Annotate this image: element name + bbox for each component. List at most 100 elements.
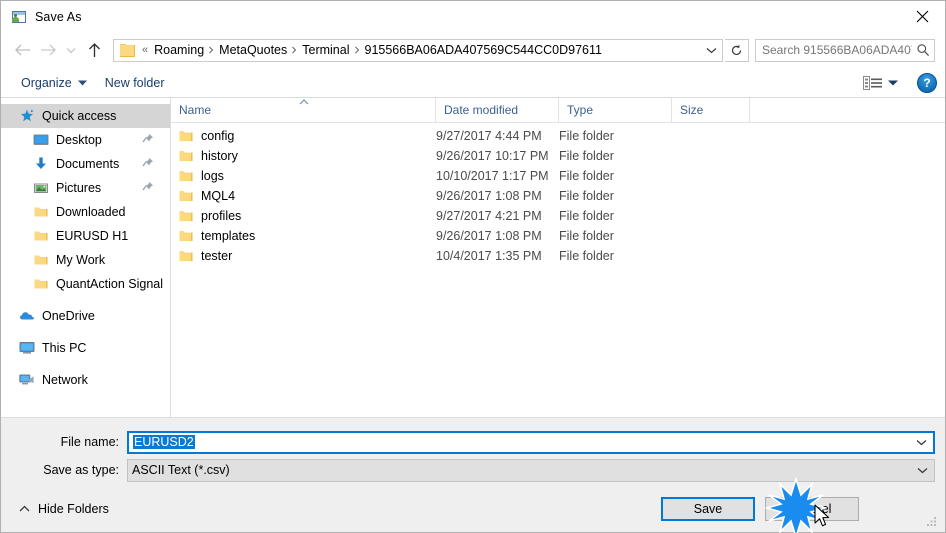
column-header-size[interactable]: Size	[672, 98, 750, 122]
breadcrumb-item-2[interactable]: Terminal	[299, 43, 352, 57]
folder-icon	[33, 228, 49, 244]
breadcrumb-item-1[interactable]: MetaQuotes	[216, 43, 290, 57]
sidebar-item-label: This PC	[42, 341, 87, 355]
navigation-bar: « Roaming MetaQuotes Terminal 915566BA06…	[1, 32, 945, 68]
arrow-up-icon	[88, 43, 100, 57]
window-title: Save As	[35, 9, 82, 24]
view-options-dropdown[interactable]	[885, 80, 901, 86]
caret-down-icon	[888, 80, 898, 85]
column-header-type[interactable]: Type	[559, 98, 672, 122]
sidebar-item-label: Network	[42, 373, 88, 387]
sidebar-item-this-pc[interactable]: This PC	[1, 336, 170, 360]
forward-button[interactable]	[35, 37, 61, 63]
chevron-right-icon	[292, 46, 297, 54]
column-header-name[interactable]: Name	[171, 98, 436, 122]
address-bar[interactable]: « Roaming MetaQuotes Terminal 915566BA06…	[113, 38, 723, 62]
column-header-label: Type	[567, 103, 594, 117]
table-row[interactable]: templates 9/26/2017 1:08 PM File folder	[171, 226, 945, 246]
sort-ascending-icon	[299, 99, 309, 105]
save-as-type-row: Save as type: ASCII Text (*.csv)	[1, 458, 945, 482]
pin-icon[interactable]	[142, 133, 154, 146]
file-date-cell: 9/26/2017 1:08 PM	[436, 189, 542, 203]
pin-icon[interactable]	[142, 157, 154, 170]
file-name-combobox[interactable]: EURUSD2	[127, 430, 935, 454]
sidebar-item-label: Documents	[56, 157, 120, 171]
sidebar-item-my-work[interactable]: My Work	[1, 248, 170, 272]
file-name-dropdown-button[interactable]	[909, 439, 933, 446]
sidebar-item-desktop[interactable]: Desktop	[1, 128, 170, 152]
file-name-cell: tester	[171, 249, 436, 263]
desktop-icon	[33, 132, 49, 148]
sidebar-item-label: OneDrive	[42, 309, 95, 323]
file-rows: config 9/27/2017 4:44 PM File folder his…	[171, 123, 945, 417]
folder-icon	[179, 230, 193, 242]
help-button[interactable]: ?	[917, 72, 937, 93]
table-row[interactable]: logs 10/10/2017 1:17 PM File folder	[171, 166, 945, 186]
recent-locations-button[interactable]	[61, 37, 81, 63]
sidebar-item-quantaction-signal[interactable]: QuantAction Signal	[1, 272, 170, 296]
file-date-cell: 9/26/2017 10:17 PM	[436, 149, 549, 163]
table-row[interactable]: config 9/27/2017 4:44 PM File folder	[171, 126, 945, 146]
sidebar-item-onedrive[interactable]: OneDrive	[1, 304, 170, 328]
address-dropdown-button[interactable]	[700, 47, 722, 54]
search-button[interactable]	[912, 43, 934, 57]
file-name: config	[201, 129, 235, 143]
sidebar-item-documents[interactable]: Documents	[1, 152, 170, 176]
file-name: history	[201, 149, 238, 163]
file-name: tester	[201, 249, 233, 263]
folder-icon	[33, 204, 49, 220]
sidebar-item-label: EURUSD H1	[56, 229, 129, 243]
save-as-type-combobox[interactable]: ASCII Text (*.csv)	[127, 458, 935, 482]
file-date-cell: 10/4/2017 1:35 PM	[436, 249, 542, 263]
file-date-cell: 10/10/2017 1:17 PM	[436, 169, 549, 183]
toolbar-right-group: ?	[863, 68, 937, 97]
resize-grip-icon[interactable]	[925, 514, 939, 528]
bottom-panel: File name: EURUSD2 Save as type: ASCII T…	[1, 417, 945, 532]
this-pc-icon	[19, 340, 35, 356]
pin-icon[interactable]	[142, 181, 154, 194]
help-icon: ?	[923, 75, 931, 90]
breadcrumb-item-0[interactable]: Roaming	[151, 43, 207, 57]
sidebar-item-pictures[interactable]: Pictures	[1, 176, 170, 200]
sidebar-item-quick-access[interactable]: Quick access	[1, 104, 170, 128]
breadcrumb-overflow[interactable]: «	[139, 44, 151, 56]
view-options-button[interactable]	[863, 75, 883, 91]
file-name-input[interactable]: EURUSD2	[129, 435, 909, 449]
table-row[interactable]: tester 10/4/2017 1:35 PM File folder	[171, 246, 945, 266]
sidebar-item-label: QuantAction Signal	[56, 277, 164, 291]
up-one-level-button[interactable]	[81, 37, 107, 63]
table-row[interactable]: history 9/26/2017 10:17 PM File folder	[171, 146, 945, 166]
close-icon	[916, 10, 928, 23]
search-box[interactable]: Search 915566BA06ADA40756...	[755, 38, 935, 62]
folder-icon	[179, 130, 193, 142]
close-button[interactable]	[899, 1, 945, 32]
new-folder-button[interactable]: New folder	[99, 72, 171, 94]
navigation-sidebar[interactable]: Quick access Desktop Documents Pictures …	[1, 98, 171, 417]
folder-icon	[179, 250, 193, 262]
save-as-type-dropdown-button[interactable]	[910, 467, 934, 474]
file-name-row: File name: EURUSD2	[1, 430, 945, 454]
search-input[interactable]: Search 915566BA06ADA40756...	[756, 43, 912, 57]
file-date-cell: 9/27/2017 4:21 PM	[436, 209, 542, 223]
back-button[interactable]	[9, 37, 35, 63]
file-type-cell: File folder	[559, 209, 614, 223]
sidebar-item-downloaded[interactable]: Downloaded	[1, 200, 170, 224]
breadcrumb-item-3[interactable]: 915566BA06ADA407569C544CC0D97611	[362, 43, 605, 57]
table-row[interactable]: profiles 9/27/2017 4:21 PM File folder	[171, 206, 945, 226]
sidebar-item-network[interactable]: Network	[1, 368, 170, 392]
save-as-type-value: ASCII Text (*.csv)	[132, 463, 230, 477]
save-button[interactable]: Save	[661, 497, 755, 521]
column-header-date-modified[interactable]: Date modified	[436, 98, 559, 122]
file-name: templates	[201, 229, 256, 243]
refresh-button[interactable]	[725, 38, 749, 62]
table-row[interactable]: MQL4 9/26/2017 1:08 PM File folder	[171, 186, 945, 206]
chevron-down-icon	[916, 439, 926, 445]
organize-button[interactable]: Organize	[15, 72, 93, 94]
hide-folders-button[interactable]: Hide Folders	[13, 502, 109, 516]
cancel-button[interactable]: Cancel	[765, 497, 859, 521]
caret-down-icon	[77, 80, 87, 85]
file-name: MQL4	[201, 189, 236, 203]
file-name-cell: history	[171, 149, 436, 163]
sidebar-item-eurusd-h1[interactable]: EURUSD H1	[1, 224, 170, 248]
